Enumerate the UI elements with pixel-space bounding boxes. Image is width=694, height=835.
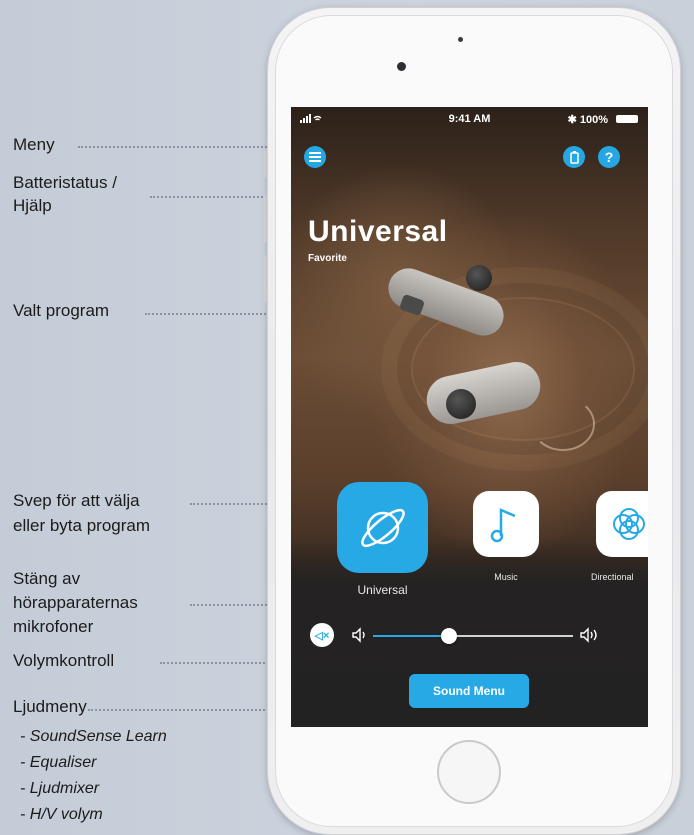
- stage: Meny Batteristatus / Hjälp Valt program …: [0, 0, 694, 835]
- battery-icon: [616, 115, 638, 123]
- home-button[interactable]: [437, 740, 501, 804]
- volume-slider-thumb[interactable]: [441, 628, 457, 644]
- program-title: Universal: [308, 215, 448, 248]
- program-tag: Favorite: [308, 253, 347, 264]
- sound-menu-item: - Ljudmixer: [20, 780, 100, 797]
- label-mute-3: mikrofoner: [13, 617, 94, 636]
- menu-button[interactable]: [304, 146, 326, 168]
- program-tile-music[interactable]: [473, 491, 539, 557]
- program-label-universal: Universal: [357, 583, 408, 597]
- sound-menu-item: - Equaliser: [20, 754, 97, 771]
- battery-value: 100%: [579, 114, 608, 126]
- label-menu: Meny: [13, 135, 55, 154]
- label-sound-menu: Ljudmeny: [13, 697, 87, 716]
- planet-icon: [360, 508, 405, 547]
- hearing-aid-wire: [531, 397, 595, 451]
- label-mute-2: hörapparaternas: [13, 593, 138, 612]
- music-note-icon: [490, 508, 516, 543]
- volume-low-icon: [352, 627, 365, 643]
- question-mark-icon: ?: [604, 149, 614, 165]
- program-tile-universal[interactable]: [337, 482, 428, 573]
- label-selected-program: Valt program: [13, 301, 110, 320]
- label-swipe-2: eller byta program: [13, 516, 151, 535]
- volume-slider-fill: [373, 635, 449, 637]
- volume-high-icon: [580, 627, 597, 643]
- front-camera: [397, 62, 406, 71]
- sound-menu-item: - SoundSense Learn: [20, 728, 167, 745]
- battery-percent: ✱ 100%: [567, 114, 608, 126]
- label-volume: Volymkontroll: [13, 651, 115, 670]
- mute-icon: ◁×: [314, 629, 330, 642]
- app-screen: 9:41 AM ✱ 100% ? Universal Favorite Univ…: [291, 107, 648, 727]
- hamburger-icon: [309, 152, 321, 162]
- front-speaker: [458, 37, 463, 42]
- directional-icon: [613, 508, 645, 540]
- mute-button[interactable]: ◁×: [310, 623, 334, 647]
- sound-menu-button[interactable]: Sound Menu: [409, 674, 529, 708]
- hearing-aid-dome: [466, 265, 492, 291]
- hearing-aid-dome-2: [446, 389, 476, 419]
- label-battery-help: Batteristatus /: [13, 173, 117, 192]
- label-swipe: Svep för att välja: [13, 491, 140, 510]
- label-battery-help-2: Hjälp: [13, 196, 52, 215]
- program-tile-directional[interactable]: [596, 491, 648, 557]
- label-mute: Stäng av: [13, 569, 81, 588]
- battery-status-button[interactable]: [563, 146, 585, 168]
- status-bar: 9:41 AM ✱ 100%: [291, 107, 648, 131]
- sound-menu-item: - H/V volym: [20, 806, 103, 823]
- program-label-directional: Directional: [591, 572, 634, 582]
- volume-slider-track[interactable]: [373, 635, 573, 637]
- help-button[interactable]: ?: [598, 146, 620, 168]
- battery-status-icon: [569, 150, 579, 164]
- program-label-music: Music: [494, 572, 518, 582]
